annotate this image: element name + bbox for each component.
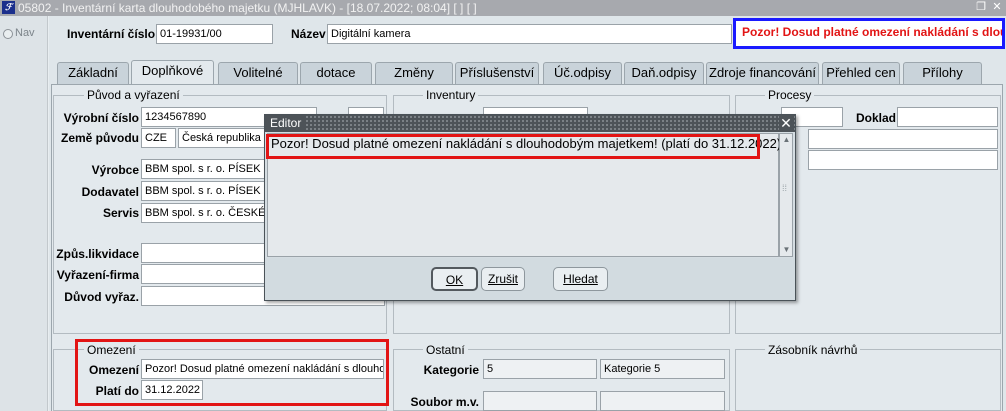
document-label: Doklad bbox=[856, 111, 897, 125]
valid-until-field[interactable]: 31.12.2022 bbox=[141, 380, 203, 400]
restriction-label: Omezení bbox=[88, 363, 139, 377]
file-field-2[interactable] bbox=[600, 391, 725, 411]
liquidation-method-label: Způs.likvidace bbox=[56, 247, 139, 261]
app-logo-icon: ℱ bbox=[2, 1, 15, 14]
country-code-field[interactable]: CZE bbox=[141, 128, 176, 148]
editor-title: Editor bbox=[265, 115, 307, 132]
serial-number-label: Výrobní číslo bbox=[63, 111, 139, 125]
document-field[interactable] bbox=[897, 107, 998, 127]
editor-text-highlight-frame bbox=[266, 134, 760, 159]
name-field[interactable]: Digitální kamera bbox=[327, 24, 732, 44]
inventory-number-label: Inventární číslo bbox=[67, 27, 156, 41]
tab-7[interactable]: Daň.odpisy bbox=[624, 62, 704, 84]
valid-until-label: Platí do bbox=[95, 384, 139, 398]
proposals-group bbox=[735, 349, 1001, 411]
tab-9[interactable]: Přehled cen bbox=[822, 62, 900, 84]
service-label: Servis bbox=[102, 206, 139, 220]
editor-dialog: Editor ✕ Pozor! Dosud platné omezení nak… bbox=[264, 114, 796, 301]
category-label: Kategorie bbox=[423, 363, 479, 377]
name-label: Název bbox=[291, 27, 326, 41]
tab-8[interactable]: Zdroje financování bbox=[706, 62, 819, 84]
tab-1[interactable]: Doplňkové bbox=[131, 60, 214, 84]
inventory-number-field[interactable]: 01-19931/00 bbox=[156, 24, 273, 44]
tab-2[interactable]: Volitelné bbox=[218, 62, 298, 84]
disposal-firm-field[interactable] bbox=[141, 264, 266, 284]
cancel-button[interactable]: Zrušit bbox=[481, 267, 525, 291]
close-icon[interactable]: ✕ bbox=[990, 1, 1004, 14]
restriction-group-title: Omezení bbox=[84, 343, 139, 357]
restore-icon[interactable]: ❐ bbox=[974, 1, 988, 14]
other-group-title: Ostatní bbox=[423, 343, 468, 357]
service-field[interactable]: BBM spol. s r. o. ČESKÉ bbox=[141, 203, 266, 223]
disposal-firm-label: Vyřazení-firma bbox=[56, 268, 139, 282]
tab-4[interactable]: Změny bbox=[375, 62, 453, 84]
origin-group-title: Původ a vyřazení bbox=[84, 88, 183, 102]
window-title-bar: ℱ 05802 - Inventární karta dlouhodobého … bbox=[0, 0, 1006, 16]
tab-5[interactable]: Příslušenství bbox=[455, 62, 539, 84]
search-button[interactable]: Hledat bbox=[553, 267, 608, 291]
window-title: 05802 - Inventární karta dlouhodobého ma… bbox=[18, 1, 477, 15]
nav-panel bbox=[0, 16, 48, 411]
tab-6[interactable]: Úč.odpisy bbox=[543, 62, 622, 84]
tab-0[interactable]: Základní bbox=[57, 62, 129, 84]
restriction-warning-banner: Pozor! Dosud platné omezení nakládání s … bbox=[733, 18, 1005, 49]
supplier-label: Dodavatel bbox=[81, 185, 139, 199]
scroll-down-icon[interactable]: ▼ bbox=[781, 245, 792, 255]
nav-label: Nav bbox=[15, 27, 35, 39]
process-field-2[interactable] bbox=[808, 129, 998, 149]
tab-3[interactable]: dotace bbox=[300, 62, 372, 84]
scroll-grip-icon[interactable]: ⁞⁞ bbox=[782, 184, 787, 193]
processes-group-title: Procesy bbox=[765, 88, 815, 102]
country-label: Země původu bbox=[60, 131, 139, 145]
liquidation-method-field[interactable] bbox=[141, 243, 266, 263]
nav-radio-button[interactable] bbox=[3, 29, 13, 39]
restriction-field[interactable]: Pozor! Dosud platné omezení nakládání s … bbox=[141, 359, 384, 379]
inventory-group-title: Inventury bbox=[423, 88, 479, 102]
tab-10[interactable]: Přílohy bbox=[903, 62, 982, 84]
editor-title-bar[interactable]: Editor ✕ bbox=[265, 115, 795, 132]
file-field[interactable] bbox=[483, 391, 597, 411]
manufacturer-field[interactable]: BBM spol. s r. o. PÍSEK bbox=[141, 159, 266, 179]
scroll-up-icon[interactable]: ▲ bbox=[781, 135, 792, 145]
editor-button-bar: OK Zrušit Hledat bbox=[265, 258, 795, 300]
file-label: Soubor m.v. bbox=[410, 395, 479, 409]
category-name-field[interactable]: Kategorie 5 bbox=[600, 359, 725, 379]
search-button-label: Hledat bbox=[563, 272, 598, 286]
manufacturer-label: Výrobce bbox=[91, 163, 139, 177]
proposals-group-title: Zásobník návrhů bbox=[765, 343, 861, 357]
disposal-reason-label: Důvod vyřaz. bbox=[64, 290, 139, 304]
ok-button-label: OK bbox=[445, 273, 464, 287]
editor-scrollbar[interactable]: ▲ ⁞⁞ ▼ bbox=[779, 133, 793, 257]
country-name-field[interactable]: Česká republika bbox=[178, 128, 266, 148]
ok-button[interactable]: OK bbox=[431, 267, 478, 291]
category-code-field[interactable]: 5 bbox=[483, 359, 597, 379]
process-field-3[interactable] bbox=[808, 150, 998, 170]
supplier-field[interactable]: BBM spol. s r. o. PÍSEK bbox=[141, 181, 266, 201]
cancel-button-label: Zrušit bbox=[488, 272, 518, 286]
close-icon[interactable]: ✕ bbox=[779, 115, 793, 132]
